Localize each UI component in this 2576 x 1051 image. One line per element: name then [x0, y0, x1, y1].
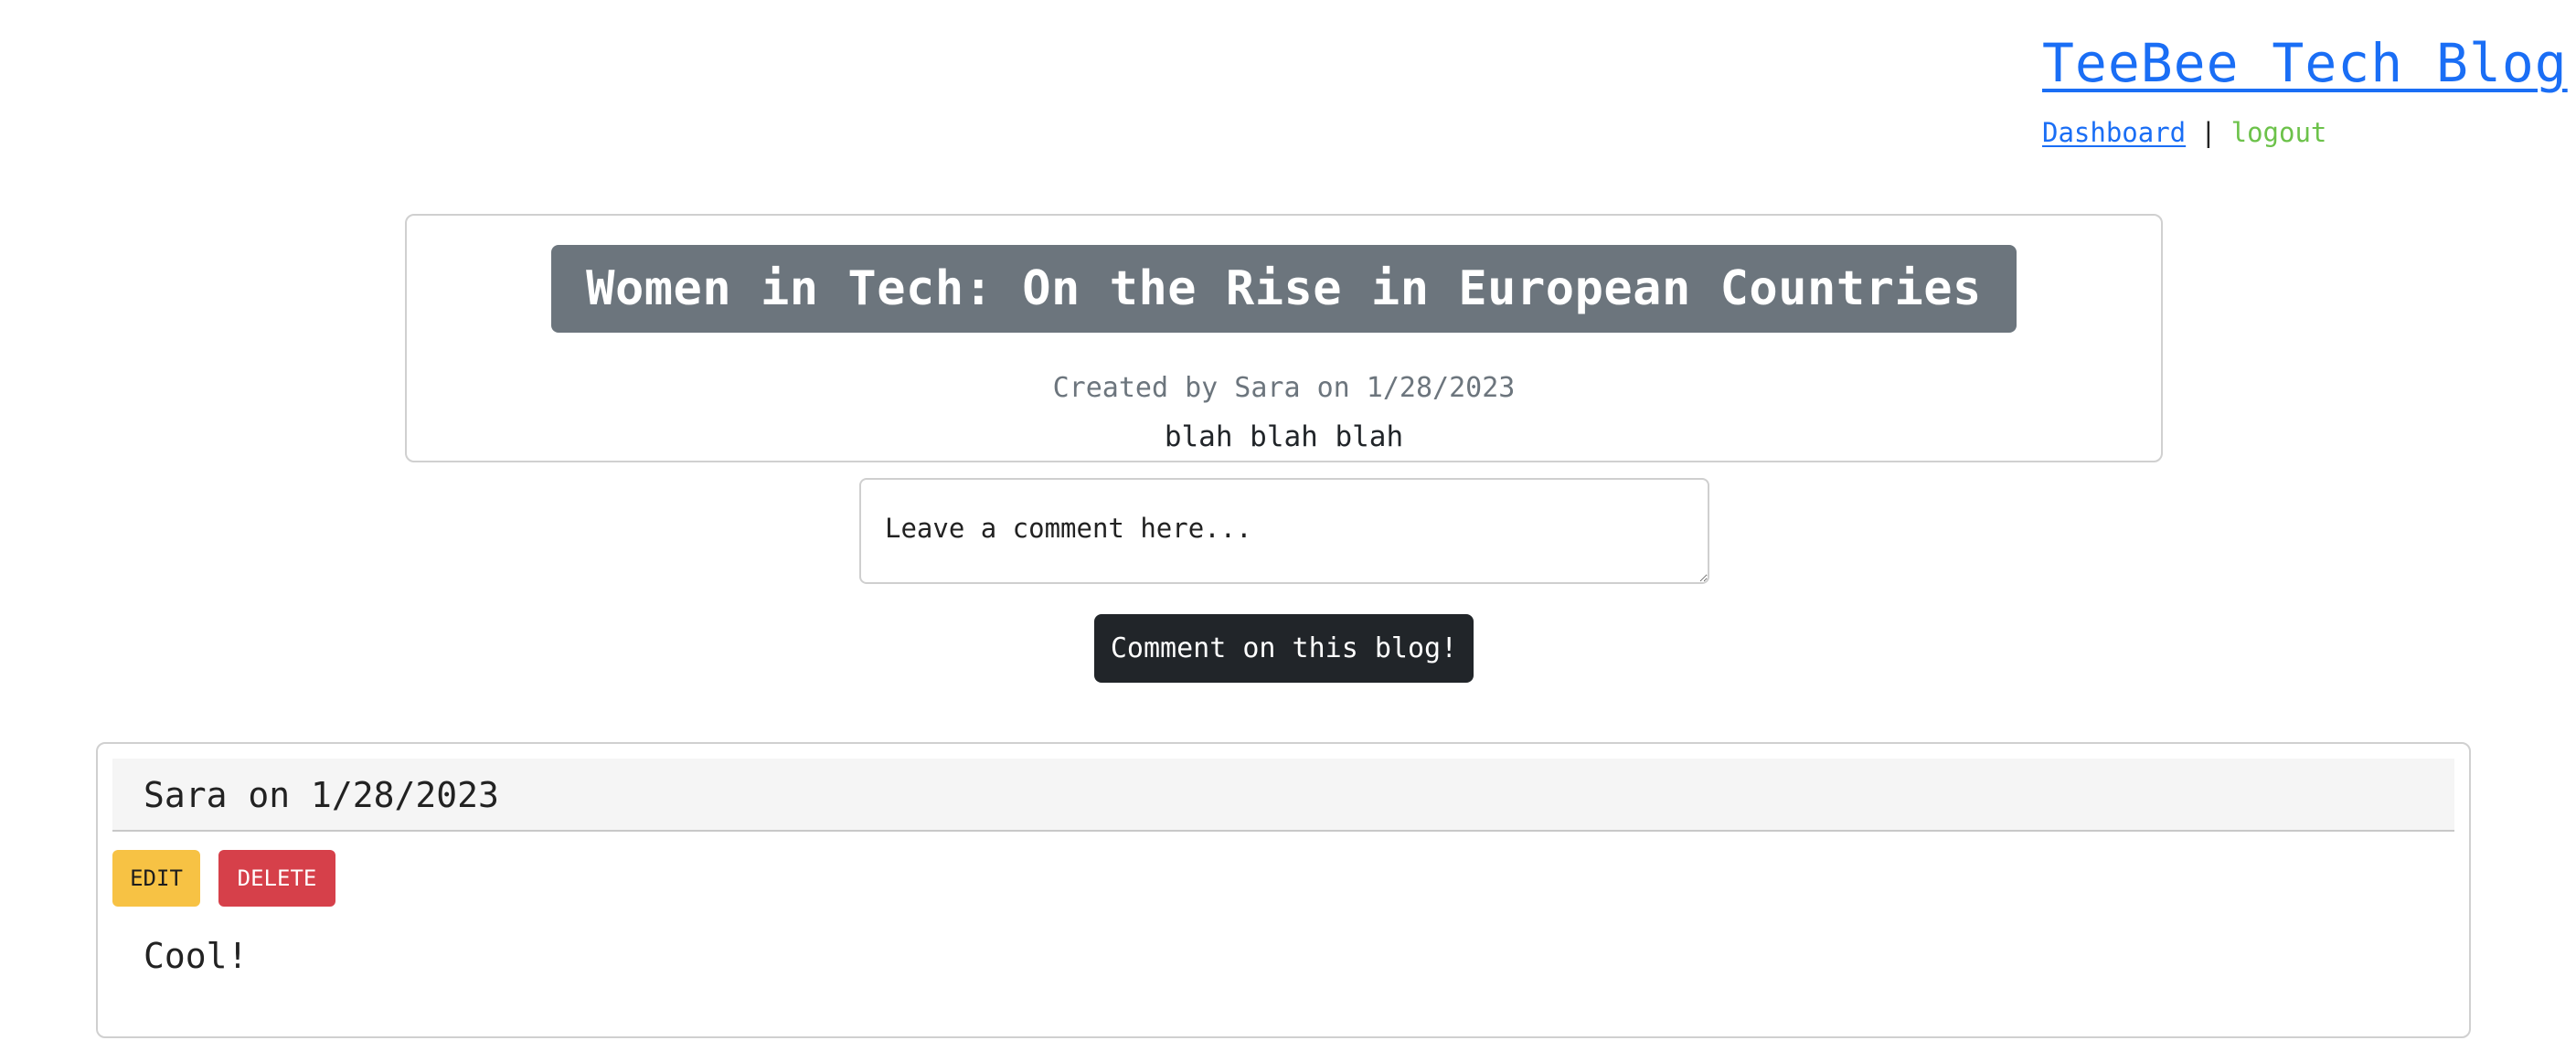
comment-header: Sara on 1/28/2023 [112, 759, 2454, 832]
dashboard-link[interactable]: Dashboard [2042, 117, 2186, 148]
comments-card: Sara on 1/28/2023 EDIT DELETE Cool! [96, 742, 2471, 1038]
site-title-link[interactable]: TeeBee Tech Blog [2042, 37, 2568, 90]
post-card: Women in Tech: On the Rise in European C… [405, 214, 2163, 462]
logout-link[interactable]: logout [2231, 117, 2327, 148]
site-header: TeeBee Tech Blog Dashboard | logout [2042, 37, 2568, 148]
edit-comment-button[interactable]: EDIT [112, 850, 200, 907]
delete-comment-button[interactable]: DELETE [218, 850, 335, 907]
comment-text: Cool! [144, 936, 249, 976]
comment-input[interactable] [859, 478, 1709, 584]
post-meta: Created by Sara on 1/28/2023 [1052, 371, 1516, 404]
comment-submit-button[interactable]: Comment on this blog! [1094, 614, 1474, 683]
top-nav: Dashboard | logout [2042, 117, 2568, 148]
nav-separator: | [2200, 117, 2217, 148]
post-title: Women in Tech: On the Rise in European C… [551, 245, 2017, 333]
post-body: blah blah blah [1164, 419, 1404, 453]
